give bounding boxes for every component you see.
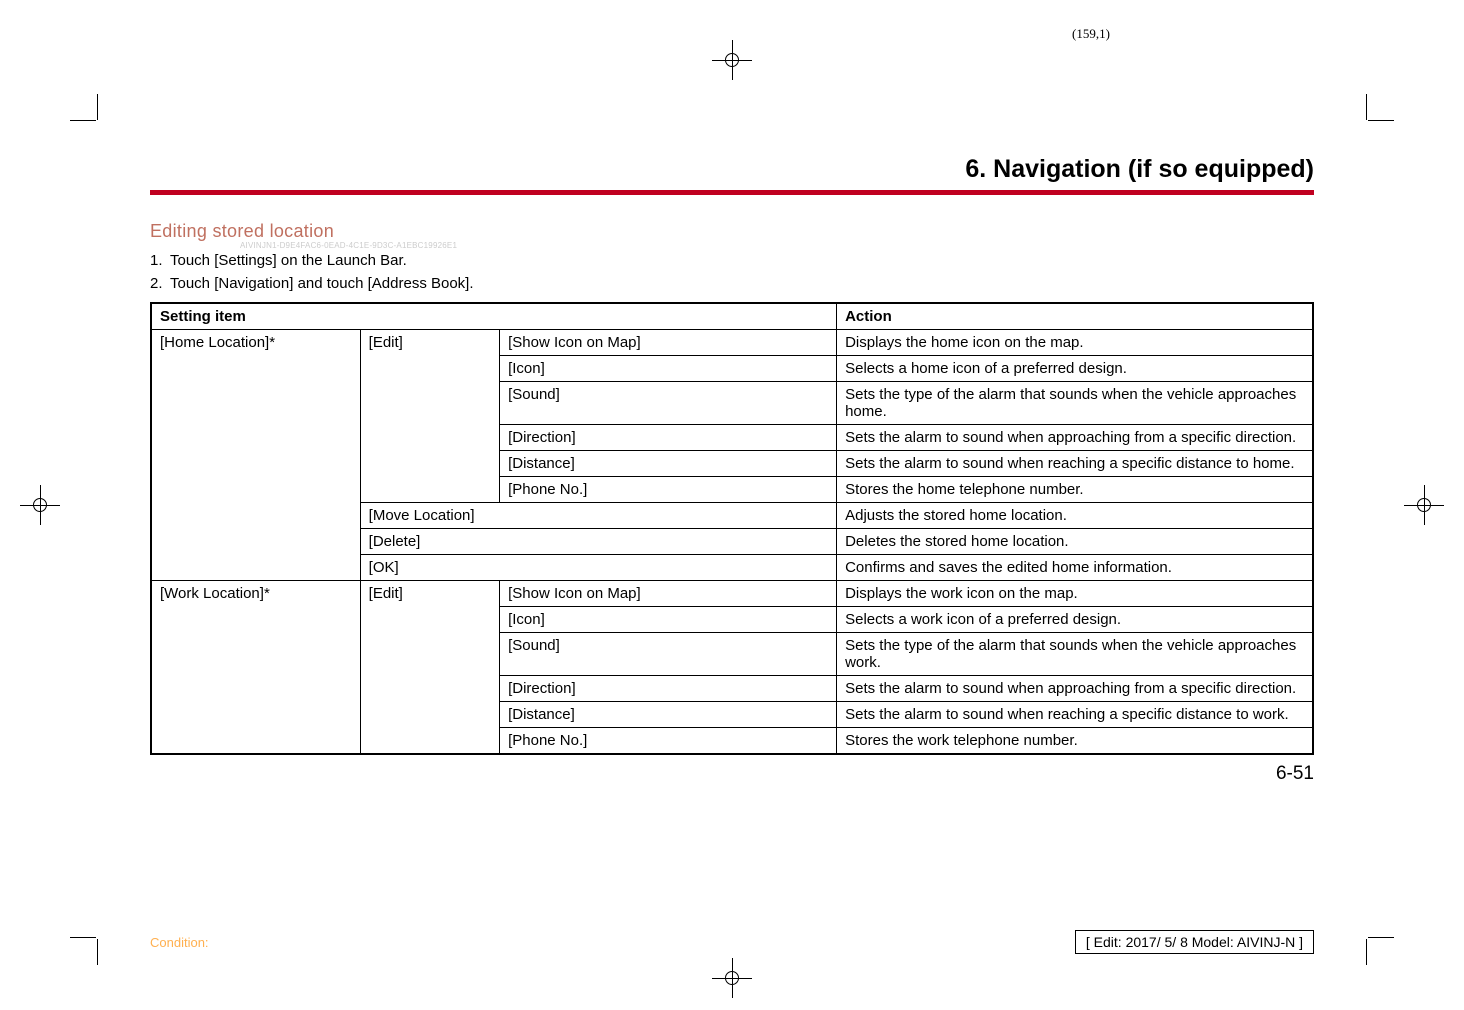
- section-heading: Editing stored location: [150, 221, 1314, 242]
- title-rule: [150, 190, 1314, 195]
- table-row: [Work Location]*[Edit][Show Icon on Map]…: [151, 581, 1313, 607]
- cell-option: [Distance]: [500, 702, 837, 728]
- header-setting-item: Setting item: [151, 303, 837, 330]
- page-content: 6. Navigation (if so equipped) Editing s…: [150, 155, 1314, 785]
- registration-mark-icon: [20, 485, 60, 525]
- document-hash: AIVINJN1-D9E4FAC6-0EAD-4C1E-9D3C-A1EBC19…: [150, 241, 1314, 250]
- steps-list: 1.Touch [Settings] on the Launch Bar. 2.…: [150, 252, 1314, 292]
- registration-mark-icon: [1404, 485, 1444, 525]
- cell-option: [Sound]: [500, 382, 837, 425]
- cell-subsetting: [Move Location]: [360, 503, 836, 529]
- table-row: [Home Location]*[Edit][Show Icon on Map]…: [151, 330, 1313, 356]
- cell-action: Adjusts the stored home location.: [837, 503, 1313, 529]
- cell-setting-group: [Home Location]*: [151, 330, 360, 581]
- footer-condition: Condition:: [150, 935, 209, 950]
- footer-edit-info: [ Edit: 2017/ 5/ 8 Model: AIVINJ-N ]: [1075, 930, 1314, 954]
- cell-action: Stores the home telephone number.: [837, 477, 1313, 503]
- step-text: Touch [Navigation] and touch [Address Bo…: [170, 275, 474, 292]
- cell-action: Stores the work telephone number.: [837, 728, 1313, 755]
- crop-mark-icon: [1368, 120, 1394, 121]
- header-action: Action: [837, 303, 1313, 330]
- cell-option: [Icon]: [500, 356, 837, 382]
- cell-option: [Direction]: [500, 425, 837, 451]
- list-item: 2.Touch [Navigation] and touch [Address …: [150, 275, 1314, 292]
- crop-mark-icon: [70, 120, 96, 121]
- cell-subsetting: [Edit]: [360, 330, 499, 503]
- cell-option: [Phone No.]: [500, 728, 837, 755]
- cell-action: Sets the alarm to sound when approaching…: [837, 425, 1313, 451]
- settings-table: Setting item Action [Home Location]*[Edi…: [150, 302, 1314, 755]
- step-text: Touch [Settings] on the Launch Bar.: [170, 252, 407, 269]
- cell-option: [Show Icon on Map]: [500, 330, 837, 356]
- cell-action: Sets the alarm to sound when approaching…: [837, 676, 1313, 702]
- cell-action: Sets the type of the alarm that sounds w…: [837, 382, 1313, 425]
- page-coordinate: (159,1): [1072, 26, 1110, 42]
- chapter-title: 6. Navigation (if so equipped): [150, 155, 1314, 184]
- cell-action: Deletes the stored home location.: [837, 529, 1313, 555]
- cell-option: [Direction]: [500, 676, 837, 702]
- cell-subsetting: [Delete]: [360, 529, 836, 555]
- cell-action: Confirms and saves the edited home infor…: [837, 555, 1313, 581]
- crop-mark-icon: [1366, 94, 1367, 120]
- cell-action: Displays the work icon on the map.: [837, 581, 1313, 607]
- cell-option: [Phone No.]: [500, 477, 837, 503]
- registration-mark-icon: [712, 958, 752, 998]
- cell-action: Sets the alarm to sound when reaching a …: [837, 702, 1313, 728]
- cell-option: [Distance]: [500, 451, 837, 477]
- page-number: 6-51: [150, 763, 1314, 785]
- cell-action: Selects a work icon of a preferred desig…: [837, 607, 1313, 633]
- cell-action: Sets the alarm to sound when reaching a …: [837, 451, 1313, 477]
- cell-subsetting: [OK]: [360, 555, 836, 581]
- step-number: 2.: [150, 275, 170, 292]
- cell-option: [Sound]: [500, 633, 837, 676]
- cell-option: [Show Icon on Map]: [500, 581, 837, 607]
- crop-mark-icon: [97, 939, 98, 965]
- crop-mark-icon: [1368, 937, 1394, 938]
- cell-action: Sets the type of the alarm that sounds w…: [837, 633, 1313, 676]
- list-item: 1.Touch [Settings] on the Launch Bar.: [150, 252, 1314, 269]
- cell-action: Selects a home icon of a preferred desig…: [837, 356, 1313, 382]
- step-number: 1.: [150, 252, 170, 269]
- cell-action: Displays the home icon on the map.: [837, 330, 1313, 356]
- table-header-row: Setting item Action: [151, 303, 1313, 330]
- crop-mark-icon: [97, 94, 98, 120]
- cell-setting-group: [Work Location]*: [151, 581, 360, 755]
- cell-subsetting: [Edit]: [360, 581, 499, 755]
- crop-mark-icon: [1366, 939, 1367, 965]
- cell-option: [Icon]: [500, 607, 837, 633]
- crop-mark-icon: [70, 937, 96, 938]
- registration-mark-icon: [712, 40, 752, 80]
